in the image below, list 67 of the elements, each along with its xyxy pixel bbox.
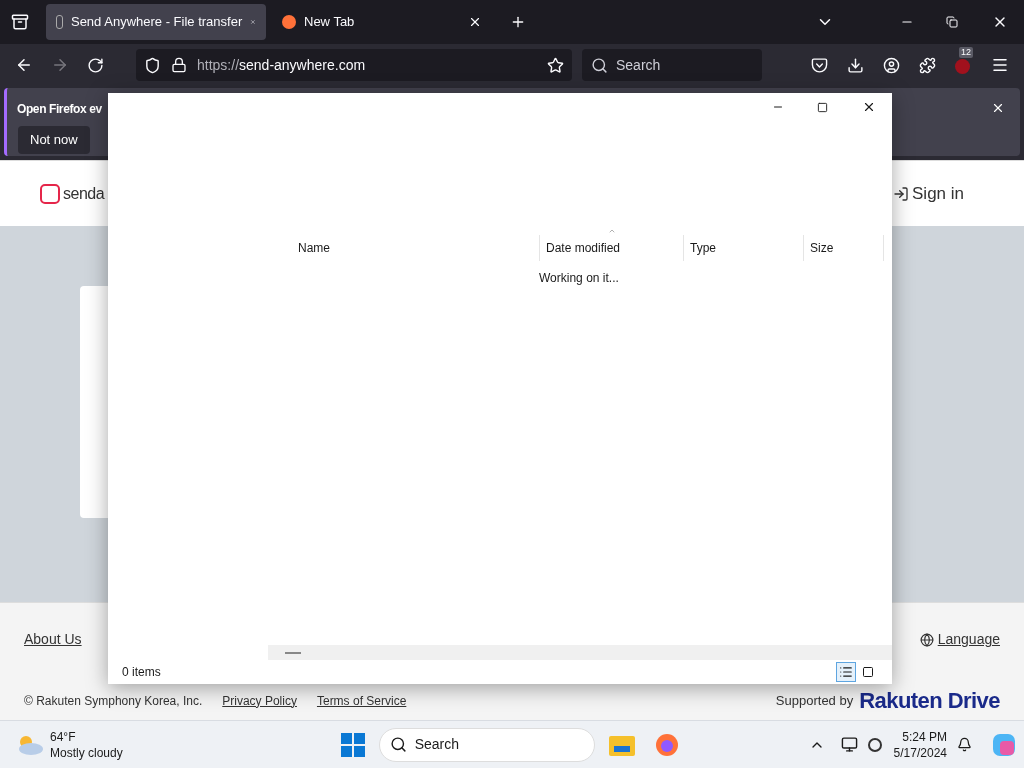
weather-text: Mostly cloudy <box>50 744 123 761</box>
sign-in-link[interactable]: Sign in <box>893 180 964 207</box>
column-header[interactable]: Date modified <box>540 235 684 261</box>
browser-icon <box>282 15 296 29</box>
browser-tab[interactable]: New Tab <box>272 4 492 40</box>
item-count: 0 items <box>122 664 162 681</box>
cloud-icon <box>16 733 44 756</box>
maximize-icon[interactable] <box>817 101 828 113</box>
menu-icon[interactable] <box>991 56 1009 74</box>
loading-message: Working on it... <box>539 270 620 287</box>
copyright-text: © Rakuten Symphony Korea, Inc. <box>24 692 203 710</box>
clock-time[interactable]: 5:24 PM <box>893 728 947 745</box>
tab-title: Send Anywhere - File transfer <box>70 13 243 32</box>
footer-link[interactable]: About Us <box>24 629 82 650</box>
close-icon[interactable] <box>862 100 876 114</box>
bookmark-icon[interactable] <box>547 56 564 74</box>
scrollbar-thumb[interactable] <box>285 651 301 654</box>
not-now-button[interactable]: Not now <box>18 126 90 154</box>
folder-icon[interactable] <box>608 733 635 756</box>
sign-in-icon <box>893 185 909 202</box>
legal-link[interactable]: Privacy Policy <box>222 691 297 710</box>
logo-text: senda <box>63 183 105 204</box>
count-badge: 12 <box>959 46 973 58</box>
sort-icon <box>608 227 616 235</box>
pocket-icon[interactable] <box>811 56 828 74</box>
bell-icon[interactable] <box>957 737 972 752</box>
notification-close-icon[interactable] <box>991 101 1005 115</box>
language-link[interactable]: Language <box>919 629 1000 650</box>
list-icon <box>839 665 853 679</box>
column-header[interactable]: Type <box>684 235 804 261</box>
extensions-icon[interactable] <box>919 56 936 74</box>
details-view-button[interactable] <box>836 662 856 682</box>
site-icon <box>56 15 63 29</box>
restore-icon[interactable] <box>946 16 958 28</box>
forward-icon[interactable] <box>51 56 69 74</box>
square-icon <box>862 666 874 678</box>
account-icon[interactable] <box>883 56 900 74</box>
url-text: https://send-anywhere.com <box>197 55 367 75</box>
close-icon[interactable] <box>468 15 482 29</box>
column-header[interactable]: Name <box>292 235 540 261</box>
search-icon <box>591 56 608 74</box>
horizontal-scrollbar[interactable] <box>268 645 892 660</box>
column-header[interactable]: Size <box>804 235 884 261</box>
legal-link[interactable]: Terms of Service <box>316 691 407 710</box>
lock-icon <box>171 57 187 73</box>
shield-icon <box>144 56 161 74</box>
browser-tab[interactable]: Send Anywhere - File transfer <box>46 4 266 40</box>
new-tab-icon[interactable] <box>510 14 526 30</box>
search-icon <box>389 736 407 753</box>
firefox-icon[interactable] <box>654 732 679 757</box>
logo-icon <box>40 183 60 204</box>
back-icon[interactable] <box>15 56 33 74</box>
supported-by-text: Supported by <box>775 691 854 710</box>
search-field[interactable]: Search <box>582 49 762 81</box>
download-icon[interactable] <box>847 56 864 74</box>
notification-text: Open Firefox ev <box>17 101 102 118</box>
tab-list-icon[interactable] <box>11 13 29 31</box>
address-bar[interactable]: https://send-anywhere.com <box>136 49 572 81</box>
reload-icon[interactable] <box>87 56 104 74</box>
globe-icon <box>919 632 934 647</box>
monitor-icon[interactable] <box>840 736 858 753</box>
clock-date[interactable]: 5/17/2024 <box>893 744 947 761</box>
temperature-text: 64°F <box>50 728 77 745</box>
tab-title: New Tab <box>304 13 356 32</box>
partner-logo: Rakuten Drive <box>859 687 1000 715</box>
taskbar-search[interactable]: Search <box>378 727 595 762</box>
start-icon[interactable] <box>340 732 365 757</box>
